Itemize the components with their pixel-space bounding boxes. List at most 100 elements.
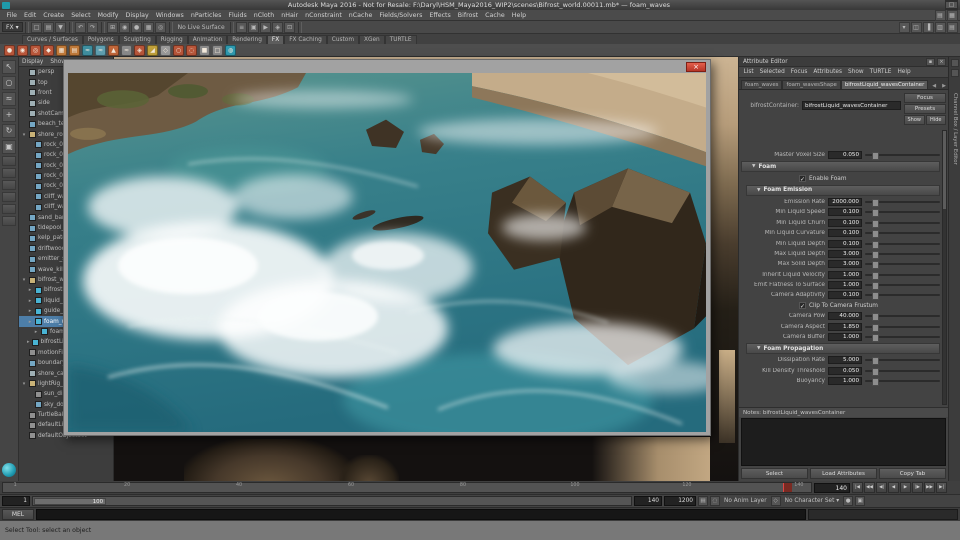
attr-value-field[interactable]: 3.000 [828, 260, 862, 268]
menu-edit[interactable]: Edit [21, 12, 40, 19]
attr-slider[interactable] [865, 243, 940, 245]
attr-slider[interactable] [865, 232, 940, 234]
menu-windows[interactable]: Windows [152, 12, 187, 19]
attr-slider[interactable] [865, 253, 940, 255]
menu-create[interactable]: Create [40, 12, 68, 19]
ae-tab-foam-waves[interactable]: foam_waves [741, 80, 782, 89]
mute-layer-icon[interactable]: ◌ [710, 496, 720, 506]
menu-help[interactable]: Help [508, 12, 529, 19]
workspace-icon[interactable]: ▤ [935, 10, 946, 21]
time-slider[interactable]: 120406080100120140 [2, 482, 812, 493]
redo-icon[interactable]: ↷ [87, 22, 98, 33]
attr-slider[interactable] [865, 359, 940, 361]
layer-editor-toggle-icon[interactable] [951, 69, 959, 77]
presets-button[interactable]: Presets [904, 104, 946, 114]
attr-value-field[interactable]: 1.000 [828, 377, 862, 385]
snap-grid-icon[interactable]: ⊞ [107, 22, 118, 33]
render-view-icon[interactable]: ▣ [248, 22, 259, 33]
render-window-titlebar[interactable]: × [68, 60, 706, 73]
layout-preset-button[interactable] [2, 192, 16, 202]
ae-menu-turtle[interactable]: TURTLE [867, 69, 894, 75]
tab-scroll-left-icon[interactable]: ◀ [930, 83, 938, 89]
attr-value-field[interactable]: 2000.000 [828, 198, 862, 206]
checkbox-clip-to-camera-frustum[interactable]: ✓ [799, 302, 806, 309]
particle-collision-icon[interactable]: ◆ [43, 45, 54, 56]
range-slider[interactable]: 100 [32, 496, 632, 506]
menu-fields-solvers[interactable]: Fields/Solvers [376, 12, 426, 19]
channel-box-toggle-icon[interactable] [951, 59, 959, 67]
anim-start-field[interactable]: 1 [2, 496, 30, 506]
step-back-frame-button[interactable]: ◀◀ [864, 482, 875, 493]
step-back-key-button[interactable]: ◀| [876, 482, 887, 493]
render-frame-icon[interactable]: ▶ [260, 22, 271, 33]
attr-slider[interactable] [865, 370, 940, 372]
attr-value-field[interactable]: 0.100 [828, 229, 862, 237]
make-live-icon[interactable]: ◎ [155, 22, 166, 33]
open-scene-icon[interactable]: ▤ [43, 22, 54, 33]
render-view-window[interactable]: × [63, 59, 711, 436]
outliner-menu-display[interactable]: Display [22, 59, 43, 65]
attr-value-field[interactable]: 0.050 [828, 151, 862, 159]
shelf-tab-polygons[interactable]: Polygons [83, 35, 119, 44]
sidebar-tool-icon[interactable]: ▥ [935, 22, 946, 33]
save-scene-icon[interactable]: ▼ [55, 22, 66, 33]
layout-preset-button[interactable] [2, 204, 16, 214]
emitter-icon[interactable]: ◉ [17, 45, 28, 56]
hide-button[interactable]: Hide [926, 115, 947, 125]
rigid-body-icon[interactable]: ■ [199, 45, 210, 56]
shelf-tab-fx[interactable]: FX [267, 35, 284, 44]
menu-ncache[interactable]: nCache [345, 12, 376, 19]
step-fwd-key-button[interactable]: |▶ [912, 482, 923, 493]
auto-key-icon[interactable]: ● [843, 496, 853, 506]
rotate-tool-icon[interactable]: ↻ [2, 124, 16, 138]
attr-slider[interactable] [865, 154, 940, 156]
play-back-button[interactable]: ◀ [888, 482, 899, 493]
go-start-button[interactable]: |◀ [852, 482, 863, 493]
construction-history-icon[interactable]: ≡ [236, 22, 247, 33]
undo-icon[interactable]: ↶ [75, 22, 86, 33]
pin-icon[interactable]: ▪ [926, 58, 935, 66]
attr-slider[interactable] [865, 380, 940, 382]
lightning-icon[interactable]: ◢ [147, 45, 158, 56]
move-tool-icon[interactable]: + [2, 108, 16, 122]
attr-slider[interactable] [865, 201, 940, 203]
attribute-editor-scrollbar[interactable] [942, 130, 947, 405]
goal-icon[interactable]: ◎ [30, 45, 41, 56]
lasso-tool-icon[interactable]: ○ [2, 76, 16, 90]
attr-slider[interactable] [865, 294, 940, 296]
shelf-tab-rendering[interactable]: Rendering [227, 35, 267, 44]
curve-flow-icon[interactable]: ○ [173, 45, 184, 56]
notes-bar[interactable]: Notes: bifrostLiquid_wavesContainer [739, 407, 948, 417]
anim-layer-icon[interactable]: ▤ [698, 496, 708, 506]
ae-menu-selected[interactable]: Selected [757, 69, 787, 75]
menu-bifrost[interactable]: Bifrost [454, 12, 481, 19]
shelf-tab-turtle[interactable]: TURTLE [385, 35, 417, 44]
current-frame-marker[interactable] [783, 483, 792, 492]
attr-slider[interactable] [865, 315, 940, 317]
select-button[interactable]: Select [741, 468, 808, 479]
playback-range-bar[interactable]: 100 [34, 498, 106, 505]
ipr-render-icon[interactable]: ◈ [272, 22, 283, 33]
attr-value-field[interactable]: 0.100 [828, 240, 862, 248]
play-end-field[interactable]: 140 [634, 496, 662, 506]
attr-value-field[interactable]: 5.000 [828, 356, 862, 364]
menu-fluids[interactable]: Fluids [225, 12, 250, 19]
fireworks-icon[interactable]: ◈ [134, 45, 145, 56]
fluid-3d-icon[interactable]: ▦ [56, 45, 67, 56]
section-header-foam-propagation[interactable]: ▼Foam Propagation [746, 343, 940, 354]
maximize-button[interactable]: □ [945, 1, 958, 9]
character-set-icon[interactable]: ◇ [771, 496, 781, 506]
menu-display[interactable]: Display [122, 12, 152, 19]
render-settings-icon[interactable]: ⊡ [284, 22, 295, 33]
shelf-tab-curves-surfaces[interactable]: Curves / Surfaces [22, 35, 83, 44]
expand-arrow-icon[interactable]: ▾ [21, 381, 27, 387]
prefs-icon[interactable]: ▣ [855, 496, 865, 506]
menu-ncloth[interactable]: nCloth [250, 12, 277, 19]
expand-arrow-icon[interactable]: ▾ [21, 132, 27, 138]
menu-file[interactable]: File [3, 12, 21, 19]
shelf-tab-sculpting[interactable]: Sculpting [119, 35, 156, 44]
new-scene-icon[interactable]: □ [31, 22, 42, 33]
shatter-icon[interactable]: ◇ [160, 45, 171, 56]
menuset-dropdown[interactable]: FX▾ [2, 22, 23, 32]
load-attributes-button[interactable]: Load Attributes [810, 468, 877, 479]
